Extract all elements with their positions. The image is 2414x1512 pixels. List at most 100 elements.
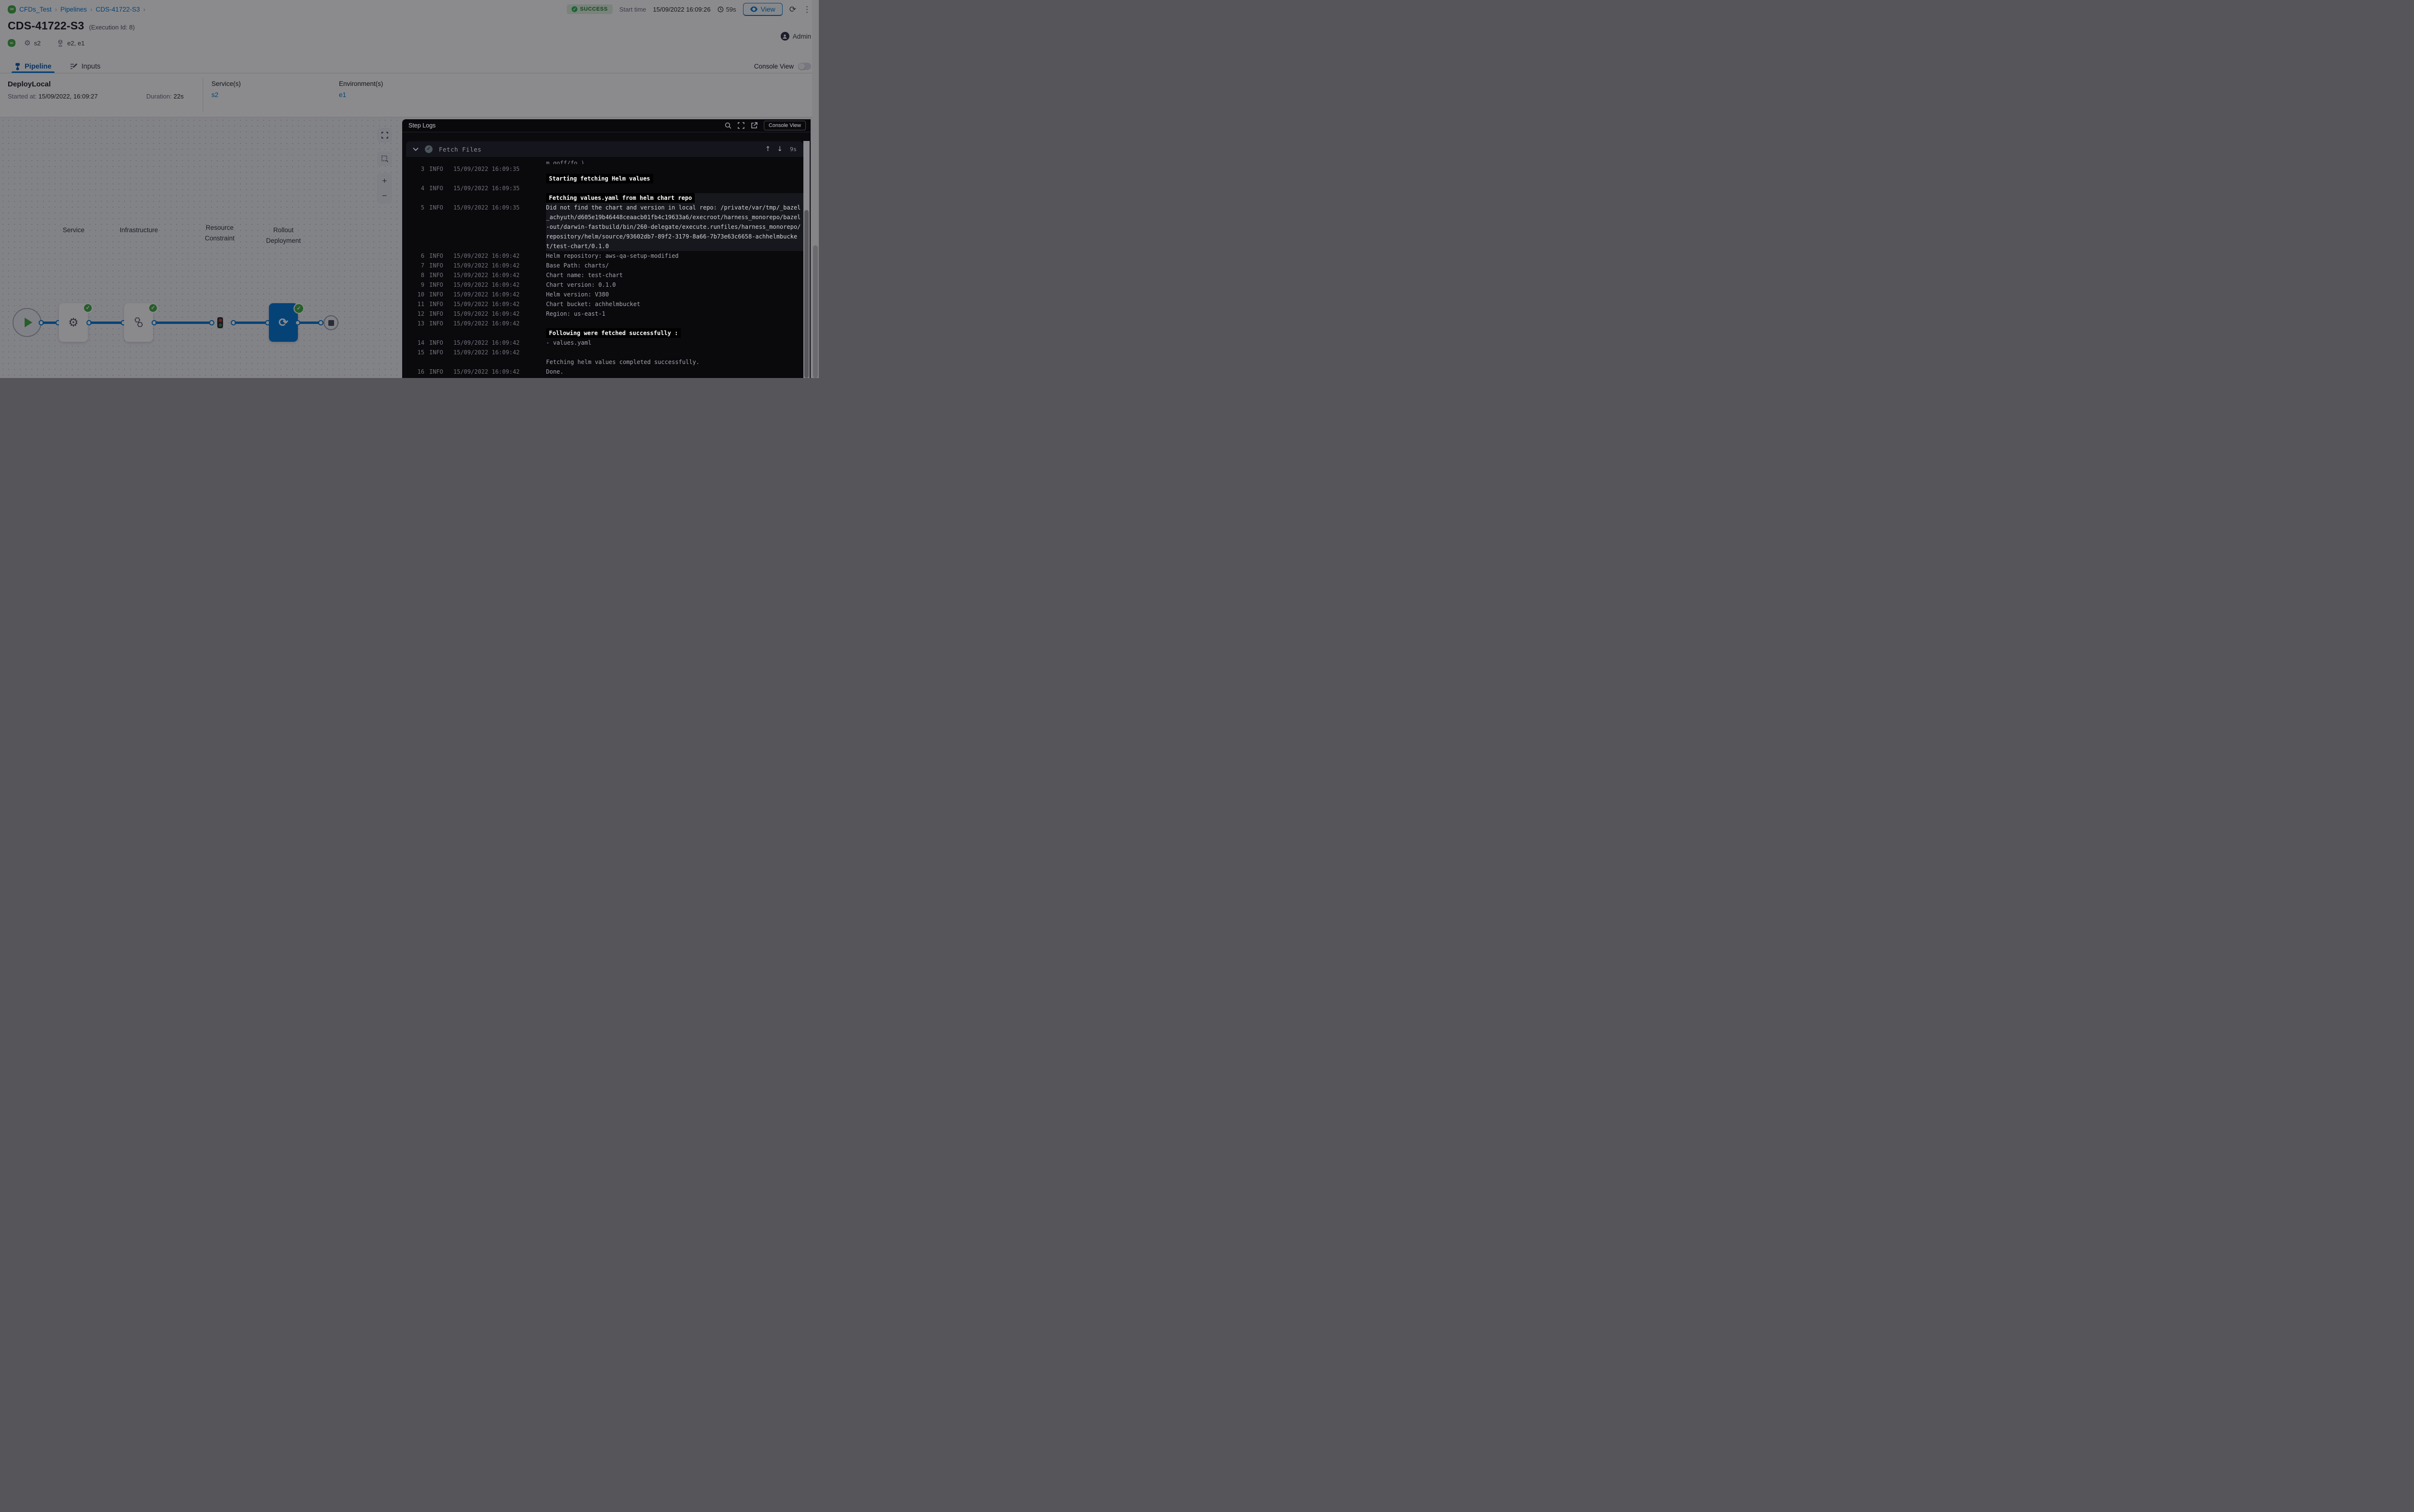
chevron-right-icon: › [55, 6, 57, 13]
status-badge: ✓ SUCCESS [567, 4, 612, 14]
eye-icon [750, 6, 758, 12]
tab-pipeline[interactable]: Pipeline [14, 60, 52, 73]
services-block: Service(s) s2 [211, 80, 241, 98]
log-body[interactable]: m goff/fo )3INFO15/09/2022 16:09:35Start… [406, 157, 803, 378]
search-icon[interactable] [725, 122, 731, 129]
log-row: 5INFO15/09/2022 16:09:35Did not find the… [406, 203, 803, 212]
breadcrumb-project-link[interactable]: CFDs_Test [19, 6, 52, 13]
service-success-icon: ✓ [83, 303, 93, 313]
selection-icon [381, 155, 388, 162]
connector-line [155, 322, 211, 324]
log-row: 10INFO15/09/2022 16:09:42Helm version: V… [406, 290, 803, 299]
log-row: m goff/fo ) [406, 158, 803, 164]
console-view-toggle-row: Console View [754, 63, 811, 70]
stage-name: DeployLocal [8, 80, 811, 88]
active-tab-underline [12, 71, 55, 73]
console-view-toggle[interactable] [798, 63, 811, 70]
execution-id: (Execution Id: 8) [89, 24, 135, 31]
log-row: Starting fetching Helm values [406, 174, 803, 183]
infrastructure-node-label: Infrastructure [116, 225, 162, 236]
chevron-right-icon: › [90, 6, 92, 13]
elapsed-time: 59s [717, 6, 736, 13]
services-label: Service(s) [211, 80, 241, 87]
connector-line [235, 322, 267, 324]
scroll-up-icon[interactable]: ↑ [765, 145, 771, 153]
page-scrollbar[interactable] [812, 0, 819, 378]
play-icon [25, 318, 32, 327]
green-light-icon [219, 323, 222, 327]
log-row: 9INFO15/09/2022 16:09:42Chart version: 0… [406, 280, 803, 290]
step-success-icon: ✓ [425, 145, 433, 153]
service-link[interactable]: s2 [211, 91, 241, 98]
environments-block: Environment(s) e1 [339, 80, 383, 98]
step-duration: 9s [790, 146, 797, 153]
refresh-icon[interactable]: ⟳ [789, 5, 796, 14]
red-light-icon [219, 319, 222, 322]
inputs-icon [70, 63, 78, 70]
open-in-new-icon[interactable] [751, 122, 758, 129]
log-row: 6INFO15/09/2022 16:09:42Helm repository:… [406, 251, 803, 261]
rollout-node-label: Rollout Deployment [259, 225, 308, 246]
fullscreen-icon [381, 132, 388, 139]
log-row: t/test-chart/0.1.0 [406, 241, 803, 251]
page-scrollbar-thumb[interactable] [813, 245, 818, 378]
log-row: 7INFO15/09/2022 16:09:42Base Path: chart… [406, 261, 803, 270]
chevron-down-icon[interactable] [413, 147, 419, 151]
log-row: Fetching helm values completed successfu… [406, 357, 803, 367]
resource-constraint-node[interactable] [217, 317, 223, 328]
log-row: 3INFO15/09/2022 16:09:35 [406, 164, 803, 174]
kebab-menu-icon[interactable]: ⋮ [803, 5, 811, 14]
service-chip: ⚙ s2 [24, 39, 41, 47]
log-panel-gap [402, 132, 811, 141]
log-scrollbar-thumb[interactable] [804, 210, 809, 378]
log-row: 13INFO15/09/2022 16:09:42 [406, 319, 803, 328]
fit-to-screen-button[interactable] [377, 128, 392, 142]
log-row: _achyuth/d605e19b46448ceaacb01fb4c19633a… [406, 212, 803, 222]
user-menu[interactable]: Admin [781, 32, 811, 41]
selection-mode-button[interactable] [377, 152, 392, 166]
start-node[interactable] [13, 308, 42, 337]
zoom-out-button[interactable]: − [377, 189, 392, 204]
breadcrumb-pipeline-link[interactable]: CDS-41722-S3 [96, 6, 140, 13]
service-node-label: Service [53, 225, 94, 236]
stop-icon [328, 320, 334, 326]
view-button[interactable]: View [743, 3, 783, 16]
environment-chip: e2, e1 [57, 40, 84, 47]
log-row: -out/darwin-fastbuild/bin/260-delegate/e… [406, 222, 803, 232]
connector-line [299, 322, 320, 324]
log-row: 4INFO15/09/2022 16:09:35 [406, 183, 803, 193]
infrastructure-success-icon: ✓ [148, 303, 158, 313]
console-view-label: Console View [754, 63, 794, 70]
breadcrumb-pipelines-link[interactable]: Pipelines [60, 6, 87, 13]
execution-meta: ∞ ⚙ s2 e2, e1 [8, 38, 811, 48]
start-time-label: Start time [619, 6, 646, 13]
tab-inputs[interactable]: Inputs [70, 60, 101, 73]
page-title: CDS-41722-S3 [8, 19, 84, 32]
harness-execution-page: ∞ CFDs_Test › Pipelines › CDS-41722-S3 ›… [0, 0, 819, 378]
scroll-down-icon[interactable]: ↓ [777, 145, 783, 153]
resource-constraint-node-label: Resource Constraint [196, 223, 244, 244]
expand-icon[interactable] [738, 122, 744, 129]
title-row: CDS-41722-S3 (Execution Id: 8) [8, 19, 811, 32]
step-section-header[interactable]: ✓ Fetch Files ↑ ↓ 9s [406, 141, 803, 157]
log-scrollbar[interactable] [803, 141, 810, 378]
stage-info-bar: DeployLocal Started at: 15/09/2022, 16:0… [0, 73, 819, 117]
harness-cd-icon: ∞ [8, 39, 15, 47]
log-row: 15INFO15/09/2022 16:09:42 [406, 348, 803, 357]
connector-line [42, 322, 57, 324]
start-time-value: 15/09/2022 16:09:26 [653, 6, 710, 13]
console-view-button[interactable]: Console View [764, 121, 806, 130]
page-header: ∞ CFDs_Test › Pipelines › CDS-41722-S3 ›… [0, 0, 819, 60]
log-row: Following were fetched successfully : [406, 328, 803, 338]
environment-link[interactable]: e1 [339, 91, 383, 98]
step-name: Fetch Files [439, 146, 481, 153]
person-icon [782, 34, 787, 39]
environment-icon [57, 40, 64, 47]
connector-line [90, 322, 122, 324]
harness-logo-icon: ∞ [8, 5, 16, 14]
zoom-in-button[interactable]: + [377, 173, 392, 189]
header-actions: ✓ SUCCESS Start time 15/09/2022 16:09:26… [567, 3, 811, 15]
end-node[interactable] [323, 315, 338, 330]
connector-point [318, 320, 323, 325]
stage-started: Started at: 15/09/2022, 16:09:27 [8, 93, 98, 100]
